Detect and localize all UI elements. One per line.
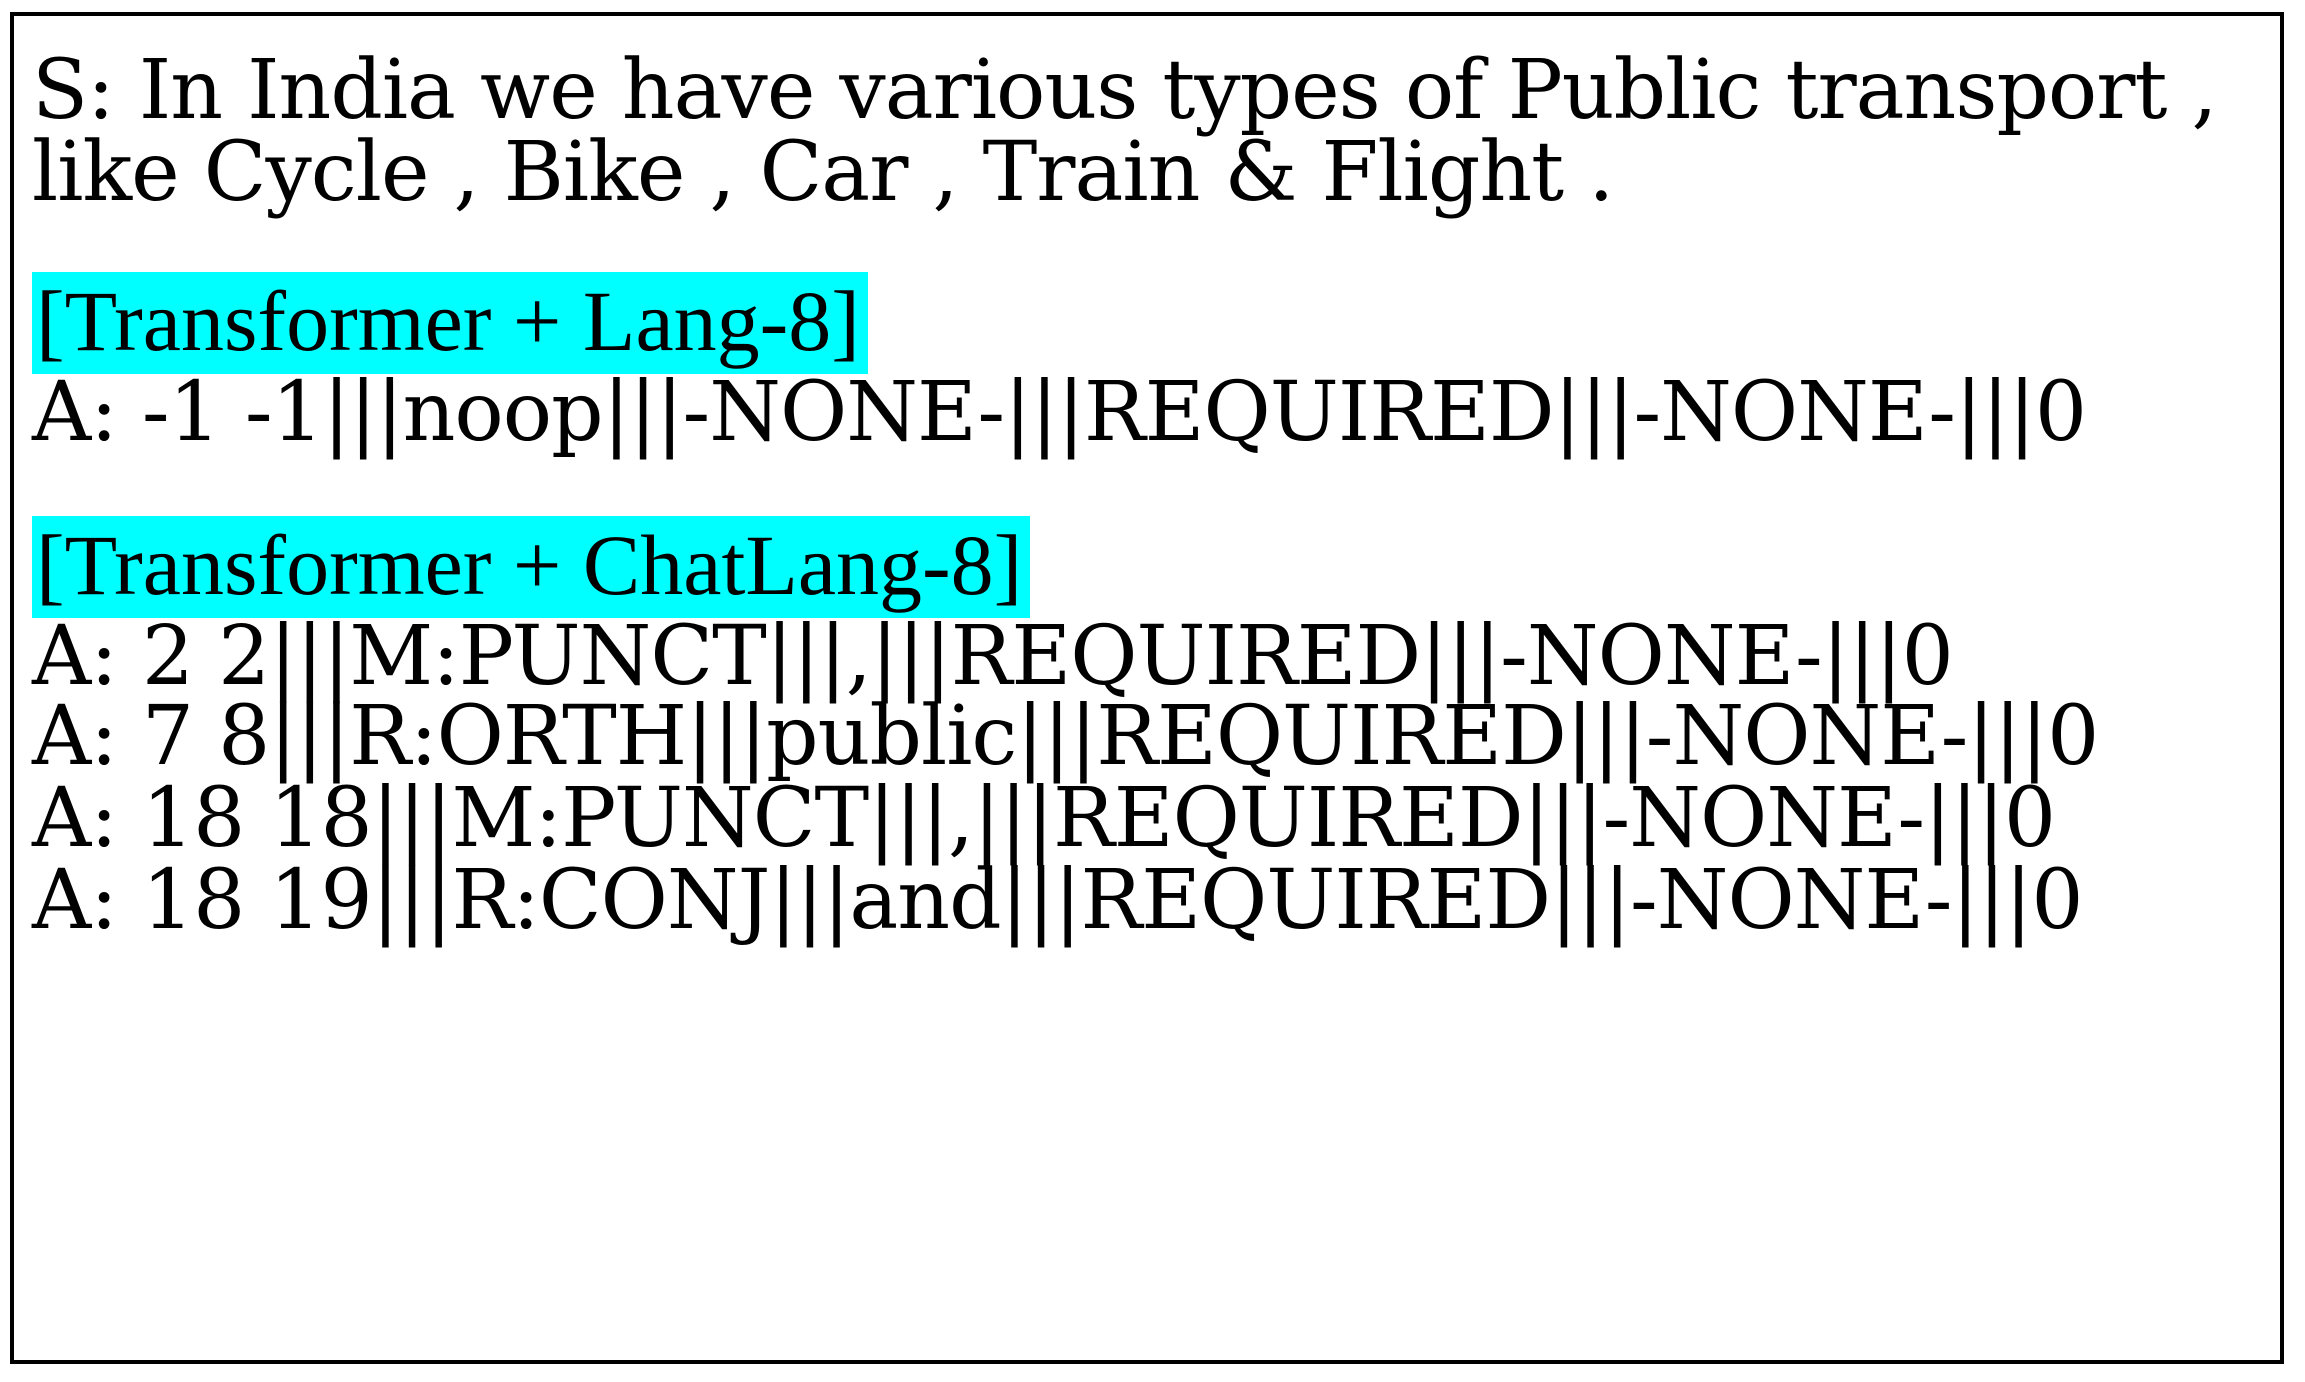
system-label-lang8: [Transformer + Lang-8]: [32, 272, 868, 374]
edit-line: A: -1 -1|||noop|||-NONE-|||REQUIRED|||-N…: [32, 365, 2087, 460]
system-label-chatlang8: [Transformer + ChatLang-8]: [32, 516, 1031, 618]
edit-line: A: 18 18|||M:PUNCT|||,|||REQUIRED|||-NON…: [32, 771, 2056, 866]
edit-line: A: 7 8|||R:ORTH|||public|||REQUIRED|||-N…: [32, 689, 2099, 784]
example-box: S: In India we have various types of Pub…: [10, 12, 2284, 1364]
edit-line: A: 18 19|||R:CONJ|||and|||REQUIRED|||-NO…: [32, 853, 2084, 948]
edit-line: A: 2 2|||M:PUNCT|||,|||REQUIRED|||-NONE-…: [32, 609, 1954, 704]
source-sentence-line-1: S: In India we have various types of Pub…: [32, 43, 2218, 138]
source-sentence-line-2: like Cycle , Bike , Car , Train & Flight…: [32, 125, 1614, 220]
